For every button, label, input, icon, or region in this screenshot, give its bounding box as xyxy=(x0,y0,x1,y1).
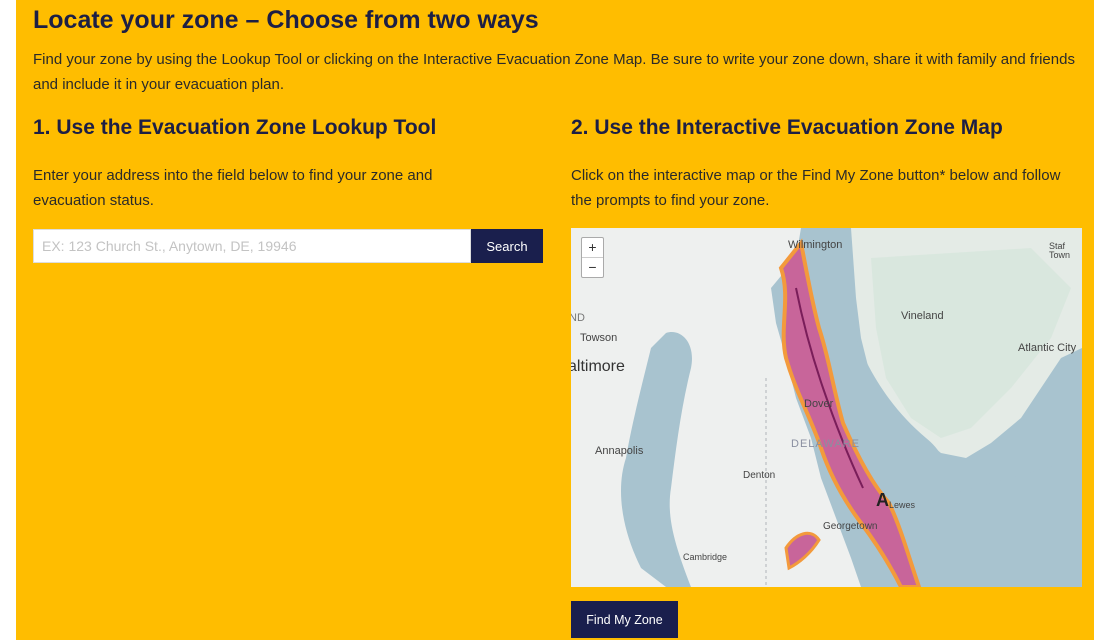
map-label-towson: Towson xyxy=(580,332,618,344)
find-my-zone-button[interactable]: Find My Zone xyxy=(571,601,678,638)
intro-text: Find your zone by using the Lookup Tool … xyxy=(33,51,1075,93)
lookup-title: 1. Use the Evacuation Zone Lookup Tool xyxy=(33,116,437,139)
map-label-dover: Dover xyxy=(804,398,834,410)
zoom-control: + − xyxy=(581,237,604,278)
map-label-denton: Denton xyxy=(743,470,776,481)
map-description: Click on the interactive map or the Find… xyxy=(571,167,1061,209)
zone-a-marker[interactable]: A xyxy=(876,490,889,511)
map-label-delaware: DELAWARE xyxy=(791,438,860,450)
map-label-lewes: Lewes xyxy=(889,500,916,510)
page-title: Locate your zone – Choose from two ways xyxy=(33,6,539,34)
map-label-annapolis: Annapolis xyxy=(595,445,644,457)
address-search-input[interactable] xyxy=(33,229,471,263)
zoom-out-button[interactable]: − xyxy=(582,257,603,277)
map-label-cambridge: Cambridge xyxy=(683,552,728,562)
map-label-georgetown: Georgetown xyxy=(823,521,878,532)
map-label-vineland: Vineland xyxy=(901,310,944,322)
zone-locator-panel: Locate your zone – Choose from two ways … xyxy=(16,0,1094,640)
search-button[interactable]: Search xyxy=(471,229,543,263)
map-label-staff-town: Staf Town xyxy=(1049,241,1071,260)
map-label-nd: ND xyxy=(571,312,585,324)
map-title: 2. Use the Interactive Evacuation Zone M… xyxy=(571,116,1003,139)
map-label-wilmington: Wilmington xyxy=(788,239,843,251)
map-label-baltimore: altimore xyxy=(571,358,625,375)
map-label-atlantic-city: Atlantic City xyxy=(1018,342,1077,354)
zoom-in-button[interactable]: + xyxy=(582,238,603,257)
lookup-description: Enter your address into the field below … xyxy=(33,167,433,209)
evacuation-zone-map[interactable]: + − Wilmington Vineland Staf Town ND Tow… xyxy=(571,228,1082,587)
